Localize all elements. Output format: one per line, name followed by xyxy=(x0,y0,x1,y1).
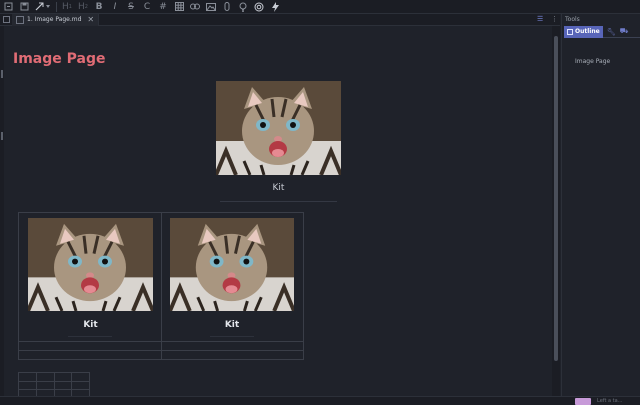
table-row-divider xyxy=(19,389,89,390)
scrollbar-thumb[interactable] xyxy=(554,36,558,361)
link-icon[interactable] xyxy=(187,0,203,14)
table-column-divider xyxy=(71,373,72,396)
cell-caption-divider xyxy=(210,336,254,337)
code-icon[interactable]: C xyxy=(139,0,155,14)
tab-outline[interactable]: Outline xyxy=(564,25,603,38)
table-column-divider xyxy=(36,373,37,396)
save-icon[interactable] xyxy=(16,0,32,14)
kitten-image[interactable] xyxy=(216,81,341,175)
tab-bar: 1. Image Page.md ✕ ☰ ⋮ xyxy=(0,13,560,26)
table-column-divider xyxy=(54,373,55,396)
tools-panel: Tools Outline 🔧︎ ⛟ Image Page xyxy=(561,14,640,396)
editor-pane[interactable]: Image Page Kit Kit Kit xyxy=(4,26,552,396)
cell-caption-divider xyxy=(68,336,112,337)
expand-icon[interactable] xyxy=(32,0,54,14)
table-row-divider xyxy=(19,341,303,342)
file-icon[interactable] xyxy=(0,0,16,14)
table-icon[interactable] xyxy=(171,0,187,14)
page-title: Image Page xyxy=(13,51,106,67)
cell-caption-2: Kit xyxy=(224,320,240,330)
wrench-icon[interactable]: 🔧︎ xyxy=(607,28,616,36)
hash-icon[interactable]: # xyxy=(155,0,171,14)
tab-label: 1. Image Page.md xyxy=(27,16,82,23)
table-row-divider xyxy=(19,381,89,382)
kitten-image-cell-2[interactable] xyxy=(170,218,294,311)
lightning-icon[interactable] xyxy=(267,0,283,14)
list-view-icon[interactable]: ☰ xyxy=(537,15,543,23)
status-bar: Left a ta... xyxy=(0,396,640,405)
italic-label: I xyxy=(113,1,117,12)
outline-item[interactable]: Image Page xyxy=(575,58,610,65)
tools-tab-bar: Outline 🔧︎ ⛟ xyxy=(564,25,640,38)
close-icon[interactable]: ✕ xyxy=(87,15,94,24)
toolbar-divider xyxy=(56,1,57,12)
strikethrough-icon[interactable]: S xyxy=(123,0,139,14)
more-icon[interactable]: ⋮ xyxy=(551,15,558,23)
empty-table[interactable] xyxy=(18,372,90,396)
bold-icon[interactable]: B xyxy=(91,0,107,14)
image-caption: Kit xyxy=(272,183,285,193)
tab-list-icon[interactable] xyxy=(0,14,12,26)
gutter-marker xyxy=(1,132,3,140)
image-icon[interactable] xyxy=(203,0,219,14)
main-toolbar: H1 H2 B I S C # xyxy=(0,0,640,14)
tools-title: Tools xyxy=(565,16,580,23)
italic-icon[interactable]: I xyxy=(107,0,123,14)
settings-icon[interactable] xyxy=(251,0,267,14)
header-2-label: H xyxy=(78,1,85,12)
kitten-image-cell-1[interactable] xyxy=(28,218,153,311)
editor-scrollbar[interactable] xyxy=(552,26,560,396)
header-2-icon[interactable]: H2 xyxy=(75,0,91,14)
bulb-icon[interactable] xyxy=(235,0,251,14)
outline-tab-label: Outline xyxy=(575,28,600,35)
strike-label: S xyxy=(128,1,134,12)
attachment-icon[interactable] xyxy=(219,0,235,14)
caption-divider xyxy=(220,201,337,202)
code-label: C xyxy=(143,1,151,12)
bold-label: B xyxy=(95,1,103,12)
status-text: Left a ta... xyxy=(597,398,623,404)
gutter-marker xyxy=(1,70,3,78)
outline-icon xyxy=(567,28,573,35)
cart-icon[interactable]: ⛟ xyxy=(620,27,629,36)
status-badge[interactable] xyxy=(575,398,591,405)
cell-caption-1: Kit xyxy=(83,320,98,330)
hash-label: # xyxy=(159,1,167,12)
tab-image-page[interactable]: 1. Image Page.md ✕ xyxy=(12,13,100,26)
document-icon xyxy=(16,15,24,24)
header-1-label: H xyxy=(62,1,69,12)
table-row-divider xyxy=(19,350,303,351)
header-1-icon[interactable]: H1 xyxy=(59,0,75,14)
